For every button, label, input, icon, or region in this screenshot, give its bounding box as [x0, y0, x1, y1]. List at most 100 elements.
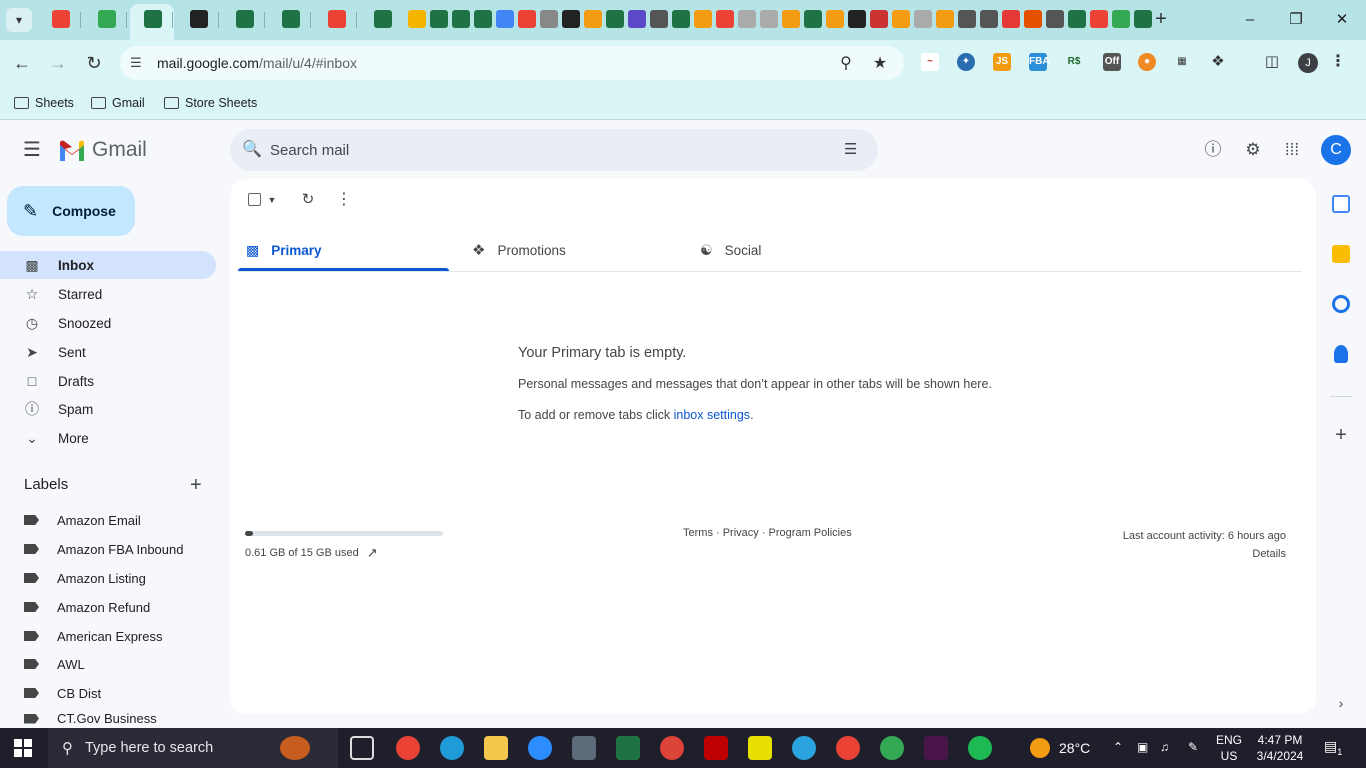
task-view-icon[interactable] [350, 736, 374, 760]
tab-favicon-icon[interactable] [236, 10, 254, 28]
tab-favicon-icon[interactable] [870, 10, 888, 28]
google-apps-icon[interactable]: ⁞⁞⁞ [1281, 139, 1303, 161]
weather-temperature[interactable]: 28°C [1059, 740, 1090, 756]
select-all-checkbox[interactable] [248, 193, 261, 206]
system-clock[interactable]: 4:47 PM 3/4/2024 [1250, 732, 1310, 764]
network-icon[interactable]: ▣ [1137, 740, 1148, 754]
keep-icon[interactable] [1332, 245, 1350, 263]
sticky-notes-icon[interactable] [748, 736, 772, 760]
back-button[interactable]: ← [9, 50, 35, 76]
label-item[interactable]: AWL [0, 651, 216, 677]
tab-favicon-icon[interactable] [826, 10, 844, 28]
tab-favicon-icon[interactable] [374, 10, 392, 28]
tab-search-button[interactable]: ▾ [6, 8, 32, 32]
chrome-profile-icon[interactable] [880, 736, 904, 760]
search-bar[interactable]: 🔍 Search mail ☰ [230, 129, 878, 171]
inbox-settings-link[interactable]: inbox settings [674, 408, 750, 422]
tab-favicon-icon[interactable] [716, 10, 734, 28]
contacts-icon[interactable] [1334, 345, 1348, 363]
telegram-icon[interactable] [792, 736, 816, 760]
activity-details-link[interactable]: Details [1123, 545, 1286, 563]
extension-icon[interactable]: R$ [1065, 53, 1083, 71]
support-icon[interactable]: ⓘ [1202, 139, 1224, 161]
tab-favicon-icon[interactable] [408, 10, 426, 28]
weather-sun-icon[interactable] [1030, 738, 1050, 758]
get-addons-icon[interactable]: + [1330, 424, 1352, 446]
search-highlight-icon[interactable] [280, 736, 310, 760]
bookmark-folder-gmail[interactable]: Gmail [91, 93, 145, 113]
bookmark-star-icon[interactable]: ★ [870, 53, 890, 73]
input-language[interactable]: ENG US [1216, 732, 1242, 764]
tray-overflow-icon[interactable]: ⌃ [1113, 740, 1123, 754]
pen-icon[interactable]: ✎ [1188, 740, 1198, 754]
tab-favicon-icon[interactable] [1024, 10, 1042, 28]
tab-favicon-icon[interactable] [848, 10, 866, 28]
side-panel-icon[interactable]: ◫ [1263, 53, 1281, 71]
show-side-panel-icon[interactable]: › [1330, 692, 1352, 714]
bookmark-folder-sheets[interactable]: Sheets [14, 93, 74, 113]
tab-favicon-icon[interactable] [914, 10, 932, 28]
extension-icon[interactable]: ~ [921, 53, 939, 71]
file-explorer-icon[interactable] [484, 736, 508, 760]
tab-favicon-icon[interactable] [52, 10, 70, 28]
label-item[interactable]: Amazon Email [0, 507, 216, 533]
tab-favicon-icon[interactable] [628, 10, 646, 28]
main-menu-button[interactable]: ☰ [20, 138, 44, 162]
reload-button[interactable]: ↻ [81, 50, 107, 76]
tab-favicon-icon[interactable] [804, 10, 822, 28]
gmail-logo[interactable]: Gmail [58, 138, 147, 162]
extensions-puzzle-icon[interactable]: ❖ [1209, 53, 1227, 71]
restore-button[interactable]: ❐ [1284, 8, 1308, 32]
label-item[interactable]: CB Dist [0, 680, 216, 706]
chrome-icon[interactable] [396, 736, 420, 760]
forward-button[interactable]: → [45, 50, 71, 76]
tab-primary[interactable]: ▩ Primary [246, 229, 322, 271]
tab-favicon-icon[interactable] [98, 10, 116, 28]
browser-menu-icon[interactable]: ⋮ [1329, 53, 1347, 71]
tab-favicon-icon[interactable] [760, 10, 778, 28]
extension-icon[interactable]: ● [1138, 53, 1156, 71]
label-item[interactable]: Amazon FBA Inbound [0, 536, 216, 562]
spotify-icon[interactable] [968, 736, 992, 760]
tab-favicon-icon[interactable] [958, 10, 976, 28]
slack-icon[interactable] [924, 736, 948, 760]
tab-favicon-icon[interactable] [452, 10, 470, 28]
nav-item-snoozed[interactable]: ◷ Snoozed [0, 309, 216, 337]
tab-favicon-icon[interactable] [562, 10, 580, 28]
more-options-icon[interactable]: ⋮ [334, 190, 354, 210]
tab-favicon-icon[interactable] [540, 10, 558, 28]
compose-button[interactable]: ✎ Compose [7, 186, 135, 236]
tab-favicon-icon[interactable] [328, 10, 346, 28]
account-avatar[interactable]: C [1321, 135, 1351, 165]
tab-favicon-icon[interactable] [650, 10, 668, 28]
close-window-button[interactable]: ✕ [1330, 8, 1354, 32]
excel-icon[interactable] [616, 736, 640, 760]
calendar-icon[interactable] [1332, 195, 1350, 213]
tab-favicon-icon[interactable] [518, 10, 536, 28]
label-item[interactable]: Amazon Listing [0, 565, 216, 591]
bookmark-folder-store-sheets[interactable]: Store Sheets [164, 93, 257, 113]
label-item[interactable]: Amazon Refund [0, 594, 216, 620]
notifications-icon[interactable]: ▤1 [1324, 738, 1342, 757]
new-tab-button[interactable]: + [1150, 8, 1172, 30]
create-label-icon[interactable]: + [190, 474, 202, 497]
tab-favicon-icon[interactable] [694, 10, 712, 28]
select-dropdown-icon[interactable]: ▼ [262, 190, 282, 210]
tab-favicon-icon[interactable] [1090, 10, 1108, 28]
tab-favicon-icon[interactable] [782, 10, 800, 28]
extension-icon[interactable]: JS [993, 53, 1011, 71]
tab-favicon-icon[interactable] [1068, 10, 1086, 28]
tab-favicon-icon[interactable] [936, 10, 954, 28]
chrome-profile-icon[interactable] [836, 736, 860, 760]
footer-links[interactable]: Terms · Privacy · Program Policies [683, 527, 852, 539]
open-external-icon[interactable]: ↗ [367, 545, 378, 561]
zoom-app-icon[interactable] [528, 736, 552, 760]
search-input[interactable]: Search mail [270, 142, 349, 159]
tab-favicon-icon[interactable] [282, 10, 300, 28]
zoom-icon[interactable]: ⚲ [836, 53, 856, 73]
minimize-button[interactable]: – [1238, 8, 1262, 32]
search-icon[interactable]: 🔍 [242, 139, 264, 161]
chrome-profile-icon[interactable] [660, 736, 684, 760]
tab-favicon-icon[interactable] [1046, 10, 1064, 28]
tab-favicon-icon[interactable] [606, 10, 624, 28]
